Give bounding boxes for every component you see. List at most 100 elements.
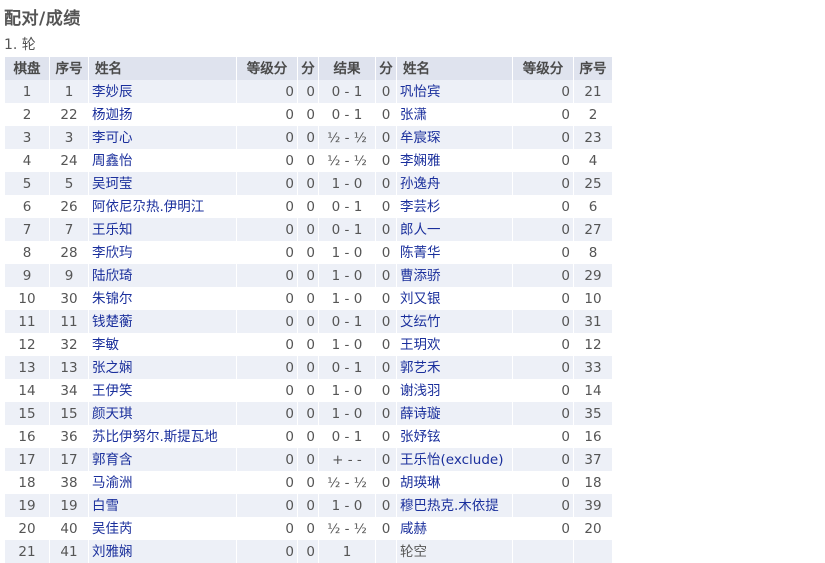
game-result-cell: 0 - 1 [318, 103, 376, 126]
player-number-cell: 28 [49, 241, 89, 264]
player-name-link[interactable]: 吴珂莹 [92, 176, 133, 192]
player-name-link[interactable]: 李欣玙 [92, 245, 133, 261]
player-points: 0 [381, 313, 391, 330]
player-number-cell: 32 [49, 333, 89, 356]
player-points-cell: 0 [297, 172, 319, 195]
player-points-cell: 0 [375, 126, 397, 149]
player-rating: 0 [561, 313, 570, 330]
header-points: 分 [297, 57, 319, 80]
player-points: 0 [306, 336, 315, 353]
player-rating: 0 [285, 290, 294, 307]
header-points: 分 [375, 57, 397, 80]
player-name-link[interactable]: 胡瑛琳 [400, 475, 441, 491]
player-points: 0 [306, 83, 315, 100]
player-points-cell: 0 [375, 310, 397, 333]
player-name-cell: 刘雅娴 [88, 540, 237, 563]
player-name-link[interactable]: 吴佳芮 [92, 521, 133, 537]
player-number-cell: 17 [49, 448, 89, 471]
board-number-cell: 15 [4, 402, 50, 425]
board-number: 6 [22, 198, 32, 215]
game-result: 0 - 1 [331, 313, 363, 330]
player-name-link[interactable]: 郭育含 [92, 452, 133, 468]
board-number-cell: 20 [4, 517, 50, 540]
player-number: 13 [60, 359, 78, 376]
game-result: 0 - 1 [331, 83, 363, 100]
player-rating-cell: 0 [512, 218, 574, 241]
player-name-link[interactable]: 白雪 [92, 498, 119, 514]
player-rating-cell: 0 [236, 356, 298, 379]
player-name-link[interactable]: 巩怡宾 [400, 84, 441, 100]
player-name-link[interactable]: 陆欣琦 [92, 268, 133, 284]
board-number-cell: 14 [4, 379, 50, 402]
player-name-link[interactable]: 朱锦尔 [92, 291, 133, 307]
player-name-link[interactable]: 薛诗璇 [400, 406, 441, 422]
board-number-cell: 21 [4, 540, 50, 563]
player-name-link[interactable]: 王乐怡(exclude) [400, 452, 503, 468]
player-name-link[interactable]: 张潇 [400, 107, 427, 123]
player-name-link[interactable]: 刘雅娴 [92, 544, 133, 560]
board-number: 8 [22, 244, 32, 261]
player-number-cell: 30 [49, 287, 89, 310]
player-name-link[interactable]: 刘又银 [400, 291, 441, 307]
player-name-link[interactable]: 牟宸琛 [400, 130, 441, 146]
player-name-link[interactable]: 王玥欢 [400, 337, 441, 353]
player-rating-cell: 0 [236, 310, 298, 333]
player-points-cell: 0 [297, 103, 319, 126]
player-number: 30 [60, 290, 78, 307]
board-number: 13 [18, 359, 36, 376]
player-name-cell: 张之娴 [88, 356, 237, 379]
player-number: 18 [584, 474, 602, 491]
player-name-link[interactable]: 艾纭竹 [400, 314, 441, 330]
game-result-cell: ½ - ½ [318, 126, 376, 149]
board-number: 16 [18, 428, 36, 445]
player-number: 27 [584, 221, 602, 238]
player-name-link[interactable]: 郭艺禾 [400, 360, 441, 376]
player-name-link[interactable]: 李妙辰 [92, 84, 133, 100]
player-number-cell: 14 [573, 379, 612, 402]
player-points: 0 [381, 520, 391, 537]
player-name-link[interactable]: 李可心 [92, 130, 133, 146]
player-name: 轮空 [400, 543, 427, 560]
table-row: 21 41 刘雅娴 0 0 1 轮空 [4, 540, 612, 563]
player-name-link[interactable]: 咸赫 [400, 521, 427, 537]
player-name-link[interactable]: 陈菁华 [400, 245, 441, 261]
player-points: 0 [381, 336, 391, 353]
game-result: 1 - 0 [331, 336, 363, 353]
player-name-link[interactable]: 杨迦扬 [92, 107, 133, 123]
player-points: 0 [306, 497, 315, 514]
player-name-link[interactable]: 周鑫怡 [92, 153, 133, 169]
player-name-link[interactable]: 阿依尼尕热.伊明江 [92, 199, 204, 215]
player-name-link[interactable]: 张妤铉 [400, 429, 441, 445]
game-result: 0 - 1 [331, 198, 363, 215]
player-name-link[interactable]: 李芸杉 [400, 199, 441, 215]
player-rating: 0 [285, 244, 294, 261]
player-number: 7 [64, 221, 74, 238]
player-name-link[interactable]: 王伊笑 [92, 383, 133, 399]
player-name-link[interactable]: 李娴雅 [400, 153, 441, 169]
player-points-cell: 0 [297, 241, 319, 264]
player-name-link[interactable]: 苏比伊努尔.斯提瓦地 [92, 429, 218, 445]
player-rating-cell: 0 [236, 103, 298, 126]
player-name-link[interactable]: 谢浅羽 [400, 383, 441, 399]
player-number: 41 [60, 543, 78, 560]
player-name-link[interactable]: 穆巴热克.木依提 [400, 498, 499, 514]
player-name-link[interactable]: 马渝洲 [92, 475, 133, 491]
player-name-link[interactable]: 王乐知 [92, 222, 133, 238]
pairings-table: 棋盘 序号 姓名 等级分 分 结果 分 姓名 等级分 序号 1 1 李妙辰 0 0 0 -… [4, 57, 612, 563]
player-number-cell: 41 [49, 540, 89, 563]
player-name-link[interactable]: 曹添骄 [400, 268, 441, 284]
player-rating: 0 [561, 175, 570, 192]
player-points: 0 [306, 474, 315, 491]
player-points: 0 [381, 106, 391, 123]
player-name-link[interactable]: 张之娴 [92, 360, 133, 376]
player-name-link[interactable]: 郎人一 [400, 222, 441, 238]
player-points-cell: 0 [297, 287, 319, 310]
player-name-link[interactable]: 颜天琪 [92, 406, 133, 422]
player-name-link[interactable]: 孙逸舟 [400, 176, 441, 192]
player-name-link[interactable]: 李敏 [92, 337, 119, 353]
player-points: 0 [381, 428, 391, 445]
board-number-cell: 10 [4, 287, 50, 310]
player-name-link[interactable]: 钱楚蘅 [92, 314, 133, 330]
player-points-cell: 0 [297, 379, 319, 402]
table-row: 10 30 朱锦尔 0 0 1 - 0 0 刘又银 0 10 [4, 287, 612, 310]
